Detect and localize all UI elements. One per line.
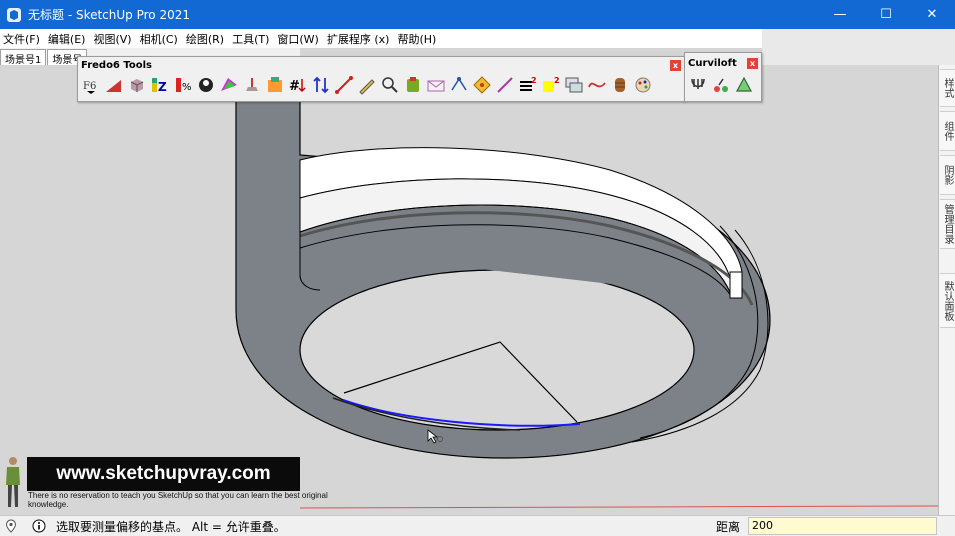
watermark-banner: www.sketchupvray.com [27, 457, 300, 491]
fredo6-toolbar-header[interactable]: Fredo6 Tools x [78, 57, 684, 73]
menu-extensions[interactable]: 扩展程序 (x) [324, 31, 395, 47]
fredo-swap-icon[interactable] [310, 74, 332, 96]
sketchup-window: 无标题 - SketchUp Pro 2021 — ☐ ✕ 文件(F) 编辑(E… [0, 0, 955, 536]
presenter-figure-image [6, 457, 20, 507]
fredo-line-icon[interactable] [333, 74, 355, 96]
curviloft-skin-icon[interactable] [710, 74, 732, 96]
curviloft-contour-icon[interactable] [733, 74, 755, 96]
fredo-lines2-icon[interactable]: 2 [517, 74, 539, 96]
fredo-chip-icon[interactable] [264, 74, 286, 96]
watermark-tagline: There is no reservation to teach you Ske… [28, 491, 328, 509]
fredo-magnify-icon[interactable] [379, 74, 401, 96]
curviloft-toolbar-header[interactable]: Curviloft x [685, 53, 761, 73]
fredo-barrel-icon[interactable] [402, 74, 424, 96]
fredo-pencil-icon[interactable] [356, 74, 378, 96]
menu-window[interactable]: 窗口(W) [274, 31, 323, 47]
svg-text:2: 2 [554, 76, 560, 85]
menu-view[interactable]: 视图(V) [90, 31, 136, 47]
fredo6-close-button[interactable]: x [670, 59, 681, 71]
toolbar-dock-area [762, 29, 955, 65]
window-title: 无标题 - SketchUp Pro 2021 [28, 8, 190, 22]
curviloft-toolbar-title: Curviloft [688, 57, 737, 69]
geo-location-icon[interactable] [4, 519, 18, 533]
title-bar: 无标题 - SketchUp Pro 2021 — ☐ ✕ [0, 0, 955, 29]
tray-tab-default[interactable]: 默认面板 [940, 273, 955, 328]
model-drawing[interactable] [0, 65, 938, 515]
measurements-label: 距离 [716, 520, 741, 534]
status-bar: 选取要测量偏移的基点。 Alt = 允许重叠。 距离 200 [0, 515, 955, 536]
menu-tools[interactable]: 工具(T) [229, 31, 274, 47]
fredo-box-icon[interactable] [126, 74, 148, 96]
fredo-scale-icon[interactable] [103, 74, 125, 96]
svg-text:F6: F6 [83, 81, 96, 92]
scene-tab-1[interactable]: 场景号1 [0, 49, 47, 66]
svg-text:Z: Z [158, 80, 167, 94]
minimize-button[interactable]: — [817, 0, 863, 29]
fredo-curve-icon[interactable] [586, 74, 608, 96]
fredo-rainbow-icon[interactable] [218, 74, 240, 96]
fredo-arrow-down-icon[interactable] [241, 74, 263, 96]
menu-camera[interactable]: 相机(C) [137, 31, 183, 47]
menu-file[interactable]: 文件(F) [0, 31, 45, 47]
curviloft-toolbar: Curviloft x [684, 52, 762, 102]
fredo6-toolbar-title: Fredo6 Tools [81, 59, 152, 71]
menu-help[interactable]: 帮助(H) [394, 31, 441, 47]
curviloft-loft-icon[interactable] [687, 74, 709, 96]
fredo6-icon-row: F6 Z% #2 2 [78, 73, 684, 97]
fredo-layers-icon[interactable] [563, 74, 585, 96]
measurements-input[interactable]: 200 [748, 517, 937, 535]
svg-text:2: 2 [531, 76, 537, 85]
close-button[interactable]: ✕ [909, 0, 955, 29]
fredo-square2-icon[interactable]: 2 [540, 74, 562, 96]
status-message: 选取要测量偏移的基点。 Alt = 允许重叠。 [56, 519, 286, 534]
fredo-sphere-icon[interactable] [195, 74, 217, 96]
maximize-button[interactable]: ☐ [863, 0, 909, 29]
menu-draw[interactable]: 绘图(R) [183, 31, 229, 47]
fredo-z-icon[interactable]: Z [149, 74, 171, 96]
model-viewport[interactable] [0, 65, 938, 515]
fredo-target-icon[interactable] [471, 74, 493, 96]
info-icon[interactable] [32, 519, 46, 533]
svg-text:#: # [289, 79, 300, 94]
fredo-f6-icon[interactable]: F6 [80, 74, 102, 96]
tray-tab-styles[interactable]: 样式 [940, 69, 955, 107]
fredo-bezier-icon[interactable] [448, 74, 470, 96]
tray-tab-manage[interactable]: 管理目录 [940, 199, 955, 249]
fredo-palette-icon[interactable] [632, 74, 654, 96]
fredo-percent-icon[interactable]: % [172, 74, 194, 96]
fredo-barrel2-icon[interactable] [609, 74, 631, 96]
tray-tab-shadows[interactable]: 阴影 [940, 155, 955, 195]
curviloft-icon-row [685, 73, 761, 97]
curviloft-close-button[interactable]: x [747, 57, 758, 69]
svg-text:%: % [182, 82, 192, 93]
default-tray: 样式 组件 阴影 管理目录 默认面板 [938, 65, 955, 515]
fredo-envelope-icon[interactable] [425, 74, 447, 96]
sketchup-logo-icon [7, 7, 21, 22]
fredo-wand-icon[interactable] [494, 74, 516, 96]
fredo-hash-icon[interactable]: # [287, 74, 309, 96]
menu-edit[interactable]: 编辑(E) [45, 31, 91, 47]
fredo6-toolbar: Fredo6 Tools x F6 Z% #2 2 [77, 56, 685, 102]
tray-tab-components[interactable]: 组件 [940, 111, 955, 151]
